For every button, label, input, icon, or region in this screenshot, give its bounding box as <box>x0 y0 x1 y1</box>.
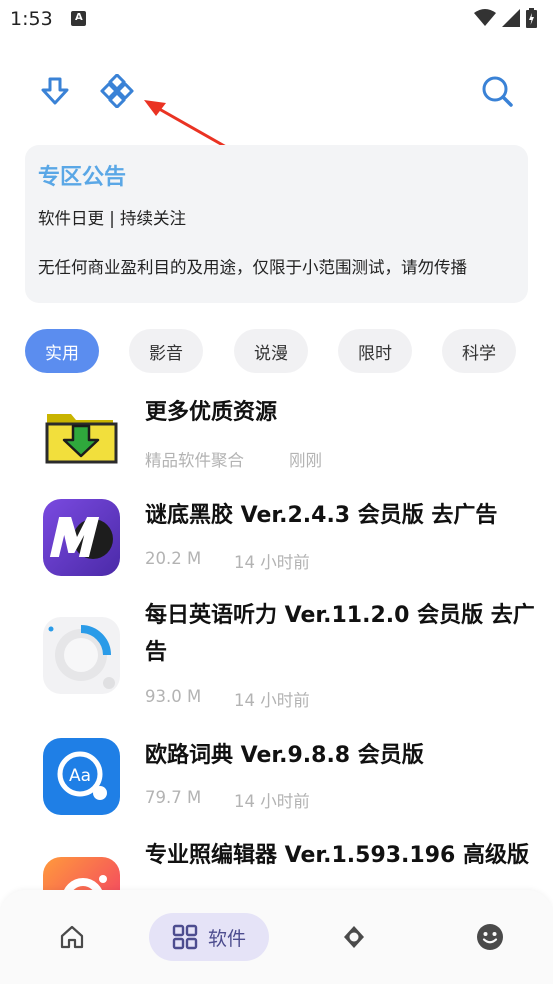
announcement-title: 专区公告 <box>38 165 127 190</box>
svg-text:Aa: Aa <box>69 766 91 786</box>
list-item[interactable]: 更多优质资源 精品软件聚合 刚刚 <box>0 390 553 490</box>
announcement-card[interactable]: 专区公告 软件日更 | 持续关注 无任何商业盈利目的及用途，仅限于小范围测试，请… <box>25 145 528 303</box>
category-chip-practical[interactable]: 实用 <box>25 329 99 373</box>
compass-icon <box>344 926 364 948</box>
app-title: 更多优质资源 <box>145 400 278 425</box>
download-arrow-icon[interactable] <box>35 71 75 111</box>
app-title: 谜底黑胶 Ver.2.4.3 会员版 去广告 <box>145 503 498 528</box>
wifi-icon <box>474 9 496 26</box>
category-chip-comics[interactable]: 说漫 <box>234 329 308 373</box>
status-time: 1:53 <box>10 8 53 30</box>
app-subtitle: 精品软件聚合 <box>145 451 244 470</box>
nav-software[interactable]: 软件 <box>149 913 269 961</box>
app-size: 93.0 M <box>145 687 202 706</box>
category-chip-media[interactable]: 影音 <box>129 329 203 373</box>
category-chip-limited[interactable]: 限时 <box>338 329 412 373</box>
grid-icon <box>172 924 198 950</box>
english-listening-icon <box>43 617 120 694</box>
nav-profile[interactable] <box>466 913 514 961</box>
top-toolbar <box>0 66 553 116</box>
vinyl-m-icon <box>43 499 120 576</box>
nav-home[interactable] <box>48 913 96 961</box>
nav-discover[interactable] <box>330 913 378 961</box>
status-bar: 1:53 A <box>0 0 553 40</box>
bottom-navigation: 软件 <box>0 890 553 984</box>
list-item[interactable]: Aa 欧路词典 Ver.9.8.8 会员版 79.7 M 14 小时前 <box>0 730 553 840</box>
category-chip-science[interactable]: 科学 <box>442 329 516 373</box>
app-title: 专业照编辑器 Ver.1.593.196 高级版 <box>145 843 530 868</box>
app-time: 刚刚 <box>289 451 322 470</box>
app-meta: 79.7 M 14 小时前 <box>145 788 310 812</box>
app-time: 14 小时前 <box>234 691 310 710</box>
notification-icon: A <box>71 11 86 26</box>
app-time: 14 小时前 <box>234 792 310 811</box>
announcement-body: 无任何商业盈利目的及用途，仅限于小范围测试，请勿传播 <box>38 258 467 277</box>
list-item[interactable]: 谜底黑胶 Ver.2.4.3 会员版 去广告 20.2 M 14 小时前 <box>0 490 553 590</box>
folder-download-icon <box>43 396 120 473</box>
app-meta: 20.2 M 14 小时前 <box>145 549 310 573</box>
list-item[interactable]: 每日英语听力 Ver.11.2.0 会员版 去广告 93.0 M 14 小时前 <box>0 590 553 730</box>
status-icons <box>474 8 537 28</box>
smiley-face-icon <box>477 924 503 950</box>
app-meta: 精品软件聚合 刚刚 <box>145 447 322 471</box>
diamond-grid-icon[interactable] <box>97 71 137 111</box>
announcement-subtitle: 软件日更 | 持续关注 <box>38 209 187 228</box>
app-meta: 93.0 M 14 小时前 <box>145 687 310 711</box>
app-time: 14 小时前 <box>234 553 310 572</box>
app-size: 20.2 M <box>145 549 202 568</box>
app-title: 欧路词典 Ver.9.8.8 会员版 <box>145 743 424 768</box>
app-title: 每日英语听力 Ver.11.2.0 会员版 去广告 <box>145 603 535 665</box>
eudic-dictionary-icon: Aa <box>43 738 120 815</box>
search-icon[interactable] <box>477 71 517 111</box>
app-size: 79.7 M <box>145 788 202 807</box>
signal-icon <box>502 9 520 27</box>
battery-icon <box>526 8 537 28</box>
category-tabs: 实用 影音 说漫 限时 科学 <box>25 329 553 373</box>
home-icon <box>60 925 84 949</box>
nav-software-label: 软件 <box>207 927 246 950</box>
